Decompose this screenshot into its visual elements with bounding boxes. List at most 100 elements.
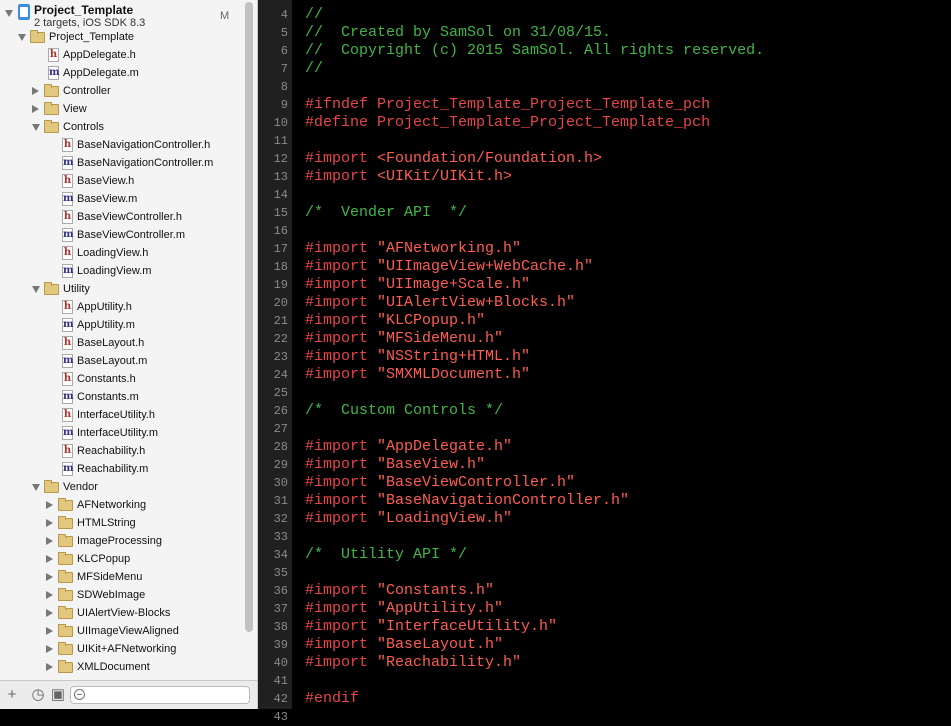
- disclosure-open-icon[interactable]: [18, 34, 26, 41]
- line-number: 23: [273, 350, 288, 364]
- file-row[interactable]: m AppDelegate.m: [0, 64, 243, 82]
- code-line: 34 /* Utility API */: [258, 546, 951, 564]
- folder-row[interactable]: UIKit+AFNetworking: [0, 640, 243, 658]
- file-row[interactable]: h AppUtility.h: [0, 298, 243, 316]
- import-keyword: #import: [305, 330, 378, 347]
- filter-field[interactable]: [70, 686, 250, 704]
- line-number: 29: [273, 458, 288, 472]
- line-number: 41: [273, 674, 288, 688]
- navigator-scrollbar[interactable]: [245, 2, 253, 632]
- file-row[interactable]: m BaseNavigationController.m: [0, 154, 243, 172]
- disclosure-closed-icon[interactable]: [46, 663, 53, 671]
- code-line: 39 #import "BaseLayout.h": [258, 636, 951, 654]
- comment-text: // Created by SamSol on 31/08/15.: [305, 24, 612, 41]
- source-editor[interactable]: 3//4//5// Created by SamSol on 31/08/15.…: [258, 0, 951, 724]
- line-number: 30: [273, 476, 288, 490]
- file-row[interactable]: h BaseView.h: [0, 172, 243, 190]
- line-number: 6: [280, 44, 288, 58]
- file-row[interactable]: h BaseNavigationController.h: [0, 136, 243, 154]
- folder-row[interactable]: SDWebImage: [0, 586, 243, 604]
- folder-row[interactable]: XMLDocument: [0, 658, 243, 676]
- folder-row[interactable]: View: [0, 100, 243, 118]
- folder-row[interactable]: Controller: [0, 82, 243, 100]
- file-row[interactable]: m AppUtility.m: [0, 316, 243, 334]
- folder-row[interactable]: UIImageViewAligned: [0, 622, 243, 640]
- import-path: "Constants.h": [377, 582, 495, 599]
- file-row[interactable]: m BaseViewController.m: [0, 226, 243, 244]
- folder-icon: [44, 120, 59, 133]
- folder-row[interactable]: ImageProcessing: [0, 532, 243, 550]
- folder-label: View: [63, 103, 87, 115]
- file-label: BaseViewController.h: [77, 211, 182, 223]
- file-row[interactable]: h Reachability.h: [0, 442, 243, 460]
- line-number: 40: [273, 656, 288, 670]
- disclosure-open-icon[interactable]: [32, 124, 40, 131]
- file-row[interactable]: h BaseLayout.h: [0, 334, 243, 352]
- code-line: 15 /* Vender API */: [258, 204, 951, 222]
- line-number: 9: [280, 98, 288, 112]
- folder-row[interactable]: Utility: [0, 280, 243, 298]
- folder-row[interactable]: HTMLString: [0, 514, 243, 532]
- import-keyword: #import: [305, 654, 378, 671]
- header-file-icon: h: [62, 210, 73, 224]
- file-row[interactable]: h Constants.h: [0, 370, 243, 388]
- disclosure-open-icon[interactable]: [32, 286, 40, 293]
- import-keyword: #import: [305, 312, 378, 329]
- folder-row[interactable]: MFSideMenu: [0, 568, 243, 586]
- comment-text: //: [305, 60, 324, 77]
- file-row[interactable]: h BaseViewController.h: [0, 208, 243, 226]
- scm-filter-icon[interactable]: ▣: [50, 687, 66, 703]
- disclosure-closed-icon[interactable]: [46, 519, 53, 527]
- folder-label: AFNetworking: [77, 499, 147, 511]
- file-row[interactable]: m BaseView.m: [0, 190, 243, 208]
- import-statement: #import "BaseLayout.h": [305, 636, 503, 654]
- file-row[interactable]: h InterfaceUtility.h: [0, 406, 243, 424]
- folder-row[interactable]: AFNetworking: [0, 496, 243, 514]
- file-row[interactable]: m LoadingView.m: [0, 262, 243, 280]
- file-row[interactable]: m BaseLayout.m: [0, 352, 243, 370]
- folder-row[interactable]: Controls: [0, 118, 243, 136]
- code-line: 9 #ifndef Project_Template_Project_Templa…: [258, 96, 951, 114]
- disclosure-closed-icon[interactable]: [46, 555, 53, 563]
- disclosure-closed-icon[interactable]: [46, 573, 53, 581]
- code-line: 12 #import <Foundation/Foundation.h>: [258, 150, 951, 168]
- file-row[interactable]: m Reachability.m: [0, 460, 243, 478]
- disclosure-closed-icon[interactable]: [46, 627, 53, 635]
- import-keyword: #import: [305, 474, 378, 491]
- disclosure-closed-icon[interactable]: [32, 87, 39, 95]
- line-number: 14: [273, 188, 288, 202]
- folder-icon: [58, 606, 73, 619]
- file-row[interactable]: h LoadingView.h: [0, 244, 243, 262]
- plus-icon[interactable]: +: [4, 687, 20, 703]
- disclosure-closed-icon[interactable]: [46, 591, 53, 599]
- disclosure-closed-icon[interactable]: [46, 501, 53, 509]
- disclosure-closed-icon[interactable]: [46, 645, 53, 653]
- project-root-row[interactable]: Project_Template 2 targets, iOS SDK 8.3 …: [0, 0, 243, 29]
- file-label: BaseNavigationController.h: [77, 139, 211, 151]
- code-line: 32 #import "LoadingView.h": [258, 510, 951, 528]
- disclosure-open-icon[interactable]: [32, 484, 40, 491]
- file-label: Reachability.h: [77, 445, 146, 457]
- import-keyword: #import: [305, 492, 378, 509]
- disclosure-open-icon[interactable]: [5, 10, 13, 17]
- folder-row[interactable]: KLCPopup: [0, 550, 243, 568]
- disclosure-closed-icon[interactable]: [32, 105, 39, 113]
- folder-label: ImageProcessing: [77, 535, 162, 547]
- file-label: LoadingView.m: [77, 265, 152, 277]
- file-row[interactable]: m InterfaceUtility.m: [0, 424, 243, 442]
- implementation-file-icon: m: [62, 462, 74, 476]
- comment-text: /* Vender API */: [305, 204, 468, 221]
- folder-row[interactable]: Vendor: [0, 478, 243, 496]
- line-number: 34: [273, 548, 288, 562]
- file-row[interactable]: m Constants.m: [0, 388, 243, 406]
- filter-icon: [74, 689, 85, 700]
- file-row[interactable]: h AppDelegate.h: [0, 46, 243, 64]
- clock-icon[interactable]: ◷: [30, 687, 46, 703]
- folder-icon: [58, 570, 73, 583]
- line-number: 38: [273, 620, 288, 634]
- disclosure-closed-icon[interactable]: [46, 537, 53, 545]
- folder-row[interactable]: Project_Template: [0, 28, 243, 46]
- import-path: "MFSideMenu.h": [377, 330, 504, 347]
- folder-row[interactable]: UIAlertView-Blocks: [0, 604, 243, 622]
- disclosure-closed-icon[interactable]: [46, 609, 53, 617]
